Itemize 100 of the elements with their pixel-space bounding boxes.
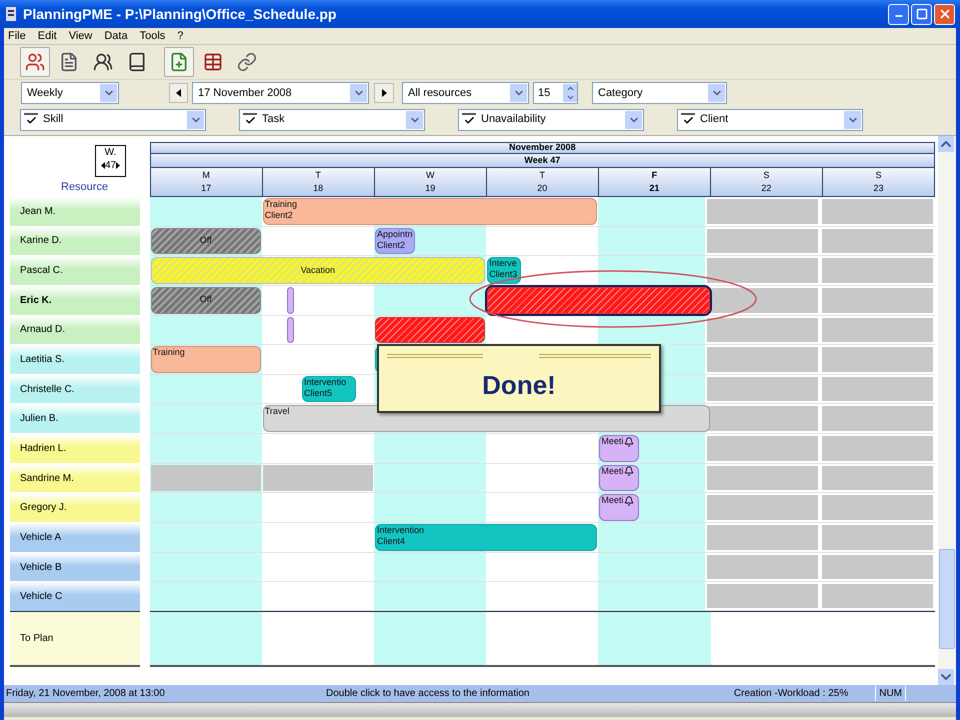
day-date: 17 <box>201 182 212 195</box>
event-title: Intervention <box>376 525 424 536</box>
intervention-block[interactable]: Interve Client3 <box>487 257 522 284</box>
resource-label[interactable]: Sandrine M. <box>10 464 140 494</box>
unavailable-block[interactable] <box>262 464 373 492</box>
vertical-scrollbar[interactable] <box>938 136 956 685</box>
people-icon <box>25 52 45 72</box>
filter-dropdown[interactable]: Client <box>677 108 863 130</box>
resource-name: Vehicle C <box>20 590 62 604</box>
day-header[interactable]: S 23 <box>822 168 934 196</box>
resource-label[interactable]: Pascal C. <box>10 256 140 286</box>
day-header[interactable]: M 17 <box>150 168 262 196</box>
resource-label[interactable]: Vehicle A <box>10 523 140 553</box>
menu-item[interactable]: View <box>68 28 92 44</box>
resource-label[interactable]: Arnaud D. <box>10 316 140 346</box>
day-letter: T <box>315 169 321 182</box>
resource-name: Vehicle B <box>20 560 62 574</box>
training-block[interactable]: Training Client2 <box>262 198 598 225</box>
resource-label[interactable]: Gregory J. <box>10 493 140 524</box>
resource-label[interactable]: Christelle C. <box>10 374 140 404</box>
intervention-block[interactable]: Interventio Client5 <box>302 376 356 402</box>
toolbar-button[interactable] <box>20 47 50 77</box>
off-block[interactable]: Off <box>150 286 261 314</box>
unavailable-block[interactable] <box>150 464 261 492</box>
menu-item[interactable]: File <box>8 28 26 44</box>
meeting-block[interactable]: Meeti <box>599 464 639 492</box>
event-title: Meeti <box>601 466 624 477</box>
app-icon <box>5 6 17 22</box>
table-icon <box>203 52 223 72</box>
event-title: Off <box>200 293 212 306</box>
task-pill[interactable] <box>287 286 294 314</box>
people-icon <box>93 52 113 72</box>
maximize-icon <box>916 8 928 20</box>
filter-dropdown[interactable]: Task <box>239 108 425 130</box>
status-hint: Double click to have access to the information <box>326 687 530 701</box>
checkbox[interactable] <box>24 112 38 126</box>
day-letter: T <box>540 169 546 182</box>
menu-item[interactable]: Data <box>104 28 128 44</box>
event-client: Client2 <box>264 210 294 221</box>
meeting-block[interactable]: Meeti <box>599 435 639 462</box>
task-pill[interactable] <box>287 316 294 344</box>
date-dropdown[interactable]: 17 November 2008 <box>192 82 369 104</box>
day-header[interactable]: F 21 <box>598 168 710 196</box>
maximize-button[interactable] <box>911 4 932 24</box>
resource-label[interactable]: Vehicle C <box>10 582 140 612</box>
horizontal-scrollbar[interactable] <box>4 702 956 717</box>
off-block[interactable]: Off <box>150 228 261 254</box>
menu-item[interactable]: Edit <box>38 28 57 44</box>
meeting-block[interactable]: Meeti <box>599 494 639 522</box>
filter-dropdown[interactable]: Unavailability <box>458 108 644 130</box>
week-header: Week 47 <box>150 154 936 168</box>
resource-label[interactable]: Jean M. <box>10 197 140 227</box>
menu-item[interactable]: Tools <box>140 28 166 44</box>
day-date: 23 <box>873 182 884 195</box>
day-letter: S <box>875 169 882 182</box>
checkbox[interactable] <box>462 112 476 126</box>
next-button[interactable] <box>374 83 394 103</box>
resource-label[interactable]: Karine D. <box>10 226 140 256</box>
right-triangle-icon <box>116 162 120 169</box>
vacation-block[interactable]: Vacation <box>150 257 486 284</box>
status-date: Friday, 21 November, 2008 at 13:00 <box>5 687 166 701</box>
day-header[interactable]: S 22 <box>710 168 822 196</box>
training-block[interactable]: Training <box>150 346 261 373</box>
resource-label[interactable]: Vehicle B <box>10 552 140 582</box>
filter-dropdown[interactable]: Skill <box>20 108 206 130</box>
appointment-block[interactable]: Appointn Client2 <box>374 228 414 254</box>
absence-block[interactable] <box>487 286 710 314</box>
minimize-button[interactable] <box>888 4 909 24</box>
resource-name: Arnaud D. <box>20 323 66 338</box>
close-button[interactable] <box>934 4 955 24</box>
scroll-thumb[interactable] <box>939 549 955 649</box>
resource-label[interactable]: Eric K. <box>10 286 140 316</box>
bell-icon <box>624 496 634 506</box>
category-dropdown[interactable]: Category <box>592 82 727 104</box>
day-header[interactable]: T 20 <box>486 168 598 196</box>
day-date: 20 <box>537 182 548 195</box>
menu-item[interactable]: ? <box>177 28 184 44</box>
checkbox[interactable] <box>681 112 695 126</box>
resource-name: Pascal C. <box>20 264 63 278</box>
resource-name: Julien B. <box>20 412 58 426</box>
intervention-block[interactable]: Intervention Client4 <box>374 524 598 551</box>
day-header[interactable]: W 19 <box>374 168 486 196</box>
scroll-up-icon <box>938 136 954 152</box>
absence-block[interactable] <box>374 316 486 344</box>
check-icon <box>464 115 474 126</box>
add-document-icon <box>169 52 189 72</box>
count-spinner[interactable]: 15 <box>533 82 578 104</box>
event-client: Client5 <box>304 388 334 399</box>
view-dropdown[interactable]: Weekly <box>21 82 119 104</box>
week-box[interactable]: W. 47 <box>95 145 126 177</box>
day-header[interactable]: T 18 <box>262 168 374 196</box>
resource-label[interactable]: Hadrien L. <box>10 434 140 464</box>
checkbox[interactable] <box>243 112 257 126</box>
resource-label[interactable]: Julien B. <box>10 404 140 434</box>
previous-button[interactable] <box>169 83 188 103</box>
resources-dropdown[interactable]: All resources <box>402 82 529 104</box>
resource-name: Sandrine M. <box>20 472 74 486</box>
day-date: 18 <box>313 182 324 195</box>
window-title: PlanningPME - P:\Planning\Office_Schedule.pp <box>23 4 336 24</box>
resource-label[interactable]: Laetitia S. <box>10 345 140 375</box>
